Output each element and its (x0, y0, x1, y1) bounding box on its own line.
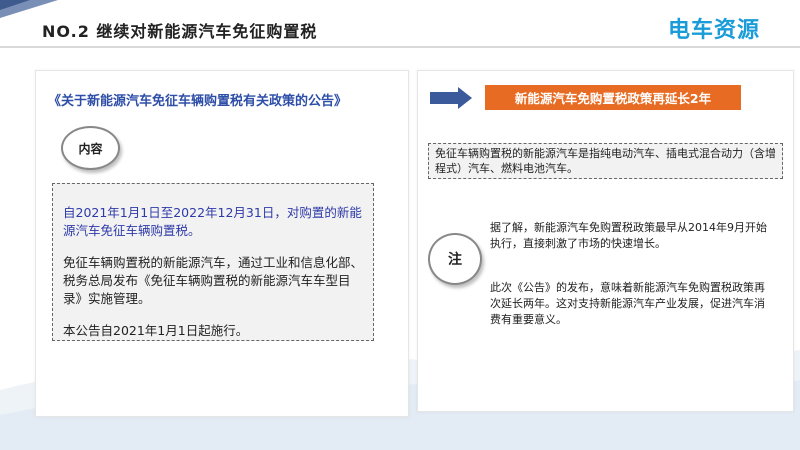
brand-logo: 电车资源 (668, 18, 761, 43)
document-title: 《关于新能源汽车免征车辆购置税有关政策的公告》 (48, 94, 348, 109)
definition-box: 免征车辆购置税的新能源汽车是指纯电动汽车、插电式混合动力（含增程式）汽车、燃料电… (428, 143, 783, 179)
header-divider (0, 46, 800, 48)
content-paragraph: 本公告自2021年1月1日起施行。 (63, 323, 249, 338)
content-label-circle: 内容 (61, 126, 120, 170)
content-paragraph: 自2021年1月1日至2022年12月31日，对购置的新能源汽车免征车辆购置税。 (63, 205, 362, 238)
content-paragraph: 免征车辆购置税的新能源汽车，通过工业和信息化部、税务总局发布《免征车辆购置税的新… (63, 255, 364, 306)
content-box: 自2021年1月1日至2022年12月31日，对购置的新能源汽车免征车辆购置税。… (52, 183, 374, 341)
note-paragraph: 此次《公告》的发布，意味着新能源汽车免购置税政策再次延长两年。这对支持新能源汽车… (490, 281, 765, 326)
note-label-circle: 注 (428, 233, 482, 285)
corner-decoration (0, 0, 58, 18)
note-paragraph: 据了解，新能源汽车免购置税政策最早从2014年9月开始执行，直接刺激了市场的快速… (490, 221, 767, 250)
page-title: NO.2 继续对新能源汽车免征购置税 (42, 22, 318, 41)
note-label: 注 (448, 252, 462, 268)
policy-extension-badge: 新能源汽车免购置税政策再延长2年 (485, 85, 741, 110)
content-label: 内容 (78, 141, 103, 156)
arrow-right-icon (430, 87, 472, 109)
